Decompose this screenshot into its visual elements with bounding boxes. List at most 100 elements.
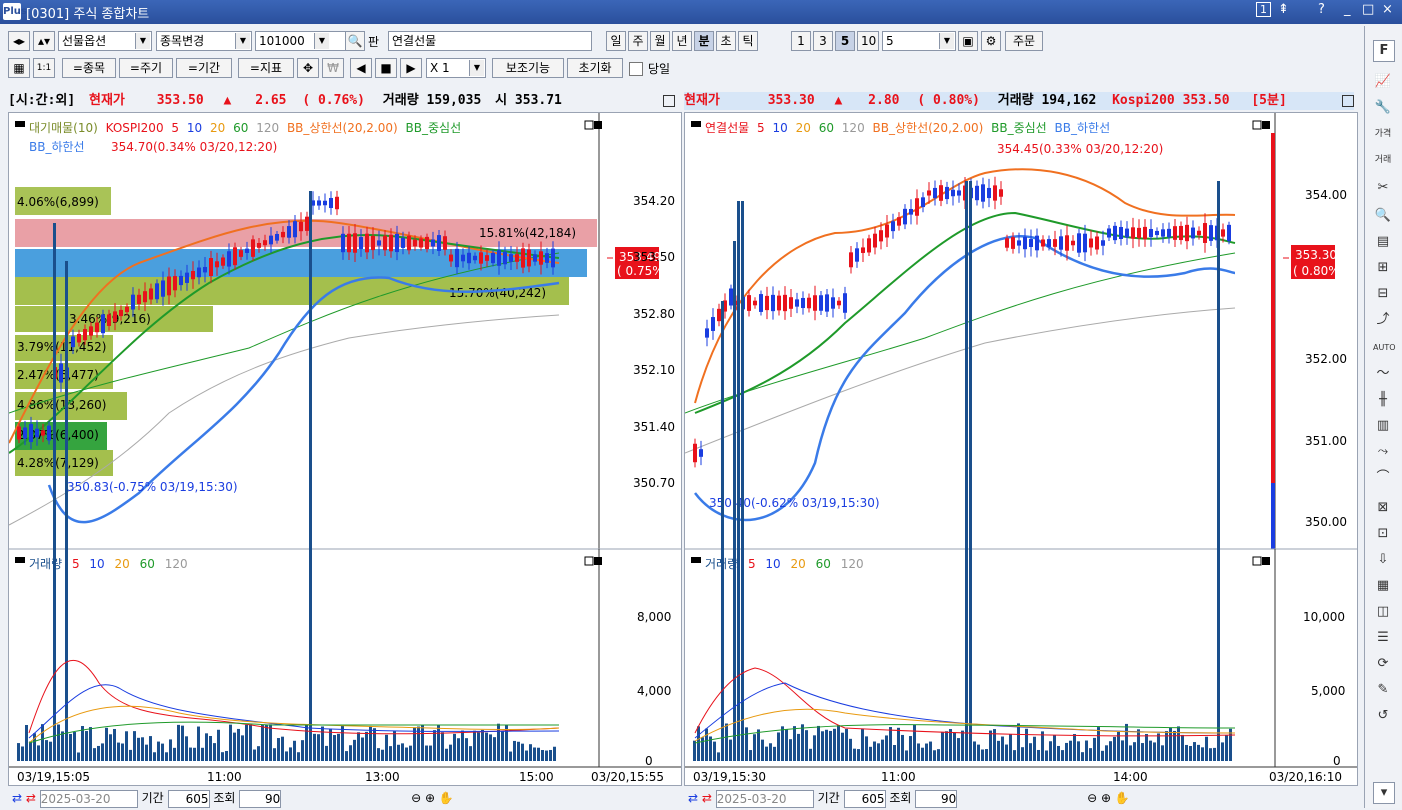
left-price-chart[interactable]: 4.06%(6,899) 15.81%(42,184) 15.70%(40,24… <box>9 113 681 550</box>
chart-type-icon[interactable]: ⇄ <box>702 791 712 805</box>
pattern-icon[interactable]: ⤳ <box>1373 442 1393 462</box>
candle-icon[interactable]: ╫ <box>1373 390 1393 410</box>
hand-icon[interactable]: ✋ <box>1115 791 1130 805</box>
panel-max-icon[interactable] <box>584 120 594 130</box>
custom-minute-select[interactable]: 5 ▼ <box>882 31 956 51</box>
one-to-one-icon[interactable]: 1:1 <box>33 58 55 78</box>
code-input[interactable]: 101000 ▼ <box>255 31 347 51</box>
zoom-icon[interactable]: 🔍 <box>1373 206 1393 226</box>
wave-icon[interactable]: ₩ <box>322 58 344 78</box>
period-minute[interactable]: 분 <box>694 31 714 51</box>
maximize-icon[interactable] <box>1342 95 1354 107</box>
box-icon[interactable]: ⊠ <box>1373 498 1393 518</box>
period-week[interactable]: 주 <box>628 31 648 51</box>
period-day[interactable]: 일 <box>606 31 626 51</box>
wrench-icon[interactable]: 🔧 <box>1373 98 1393 118</box>
indicator-button[interactable]: =지표 <box>238 58 294 78</box>
price-icon[interactable]: 가격 <box>1373 124 1393 144</box>
zoom-out-icon[interactable]: ⊖ <box>1087 791 1097 805</box>
maximize-button[interactable]: □ <box>1362 2 1374 17</box>
undo-icon[interactable]: ↺ <box>1373 706 1393 726</box>
zoom-input[interactable]: 90 <box>239 789 282 808</box>
pin-icon[interactable]: ⇞ <box>1278 2 1289 17</box>
scroll-down-button[interactable]: ▾ <box>1373 782 1395 804</box>
minute-5[interactable]: 5 <box>835 31 855 51</box>
chart-type-icon[interactable]: ⇄ <box>12 791 22 805</box>
period-tick[interactable]: 틱 <box>738 31 758 51</box>
prev-next-button[interactable]: ◂▸ <box>8 31 30 51</box>
stop-icon[interactable]: ■ <box>375 58 397 78</box>
zoom-in-icon[interactable]: ⊕ <box>425 791 435 805</box>
panel-max-icon[interactable] <box>584 556 594 566</box>
panel-close-icon[interactable] <box>1262 121 1270 129</box>
panel-close-icon[interactable] <box>594 121 602 129</box>
minute-3[interactable]: 3 <box>813 31 833 51</box>
hand-icon[interactable]: ✋ <box>439 791 454 805</box>
panel-close-icon[interactable] <box>1262 557 1270 565</box>
zoom-out-icon[interactable]: ⊖ <box>411 791 421 805</box>
compare-icon[interactable]: ⊟ <box>1373 284 1393 304</box>
category-select[interactable]: 선물옵션 ▼ <box>58 31 152 51</box>
layout-icon[interactable]: ▤ <box>1373 232 1393 252</box>
zoom-in-icon[interactable]: ⊕ <box>1101 791 1111 805</box>
line-icon[interactable]: 〜 <box>1373 364 1393 384</box>
order-button[interactable]: 주문 <box>1005 31 1043 51</box>
right-price-chart[interactable]: 353.30 ( 0.80%) 354.00 352.00 351.00 350… <box>685 113 1357 550</box>
span-button[interactable]: =기간 <box>176 58 232 78</box>
minute-10[interactable]: 10 <box>857 31 879 51</box>
date-picker[interactable]: 2025-03-20 <box>39 789 138 808</box>
maximize-icon[interactable] <box>663 95 675 107</box>
minute-1[interactable]: 1 <box>791 31 811 51</box>
query-button[interactable]: 조회 <box>213 791 235 805</box>
zoom-input[interactable]: 90 <box>915 789 958 808</box>
f-button[interactable]: F <box>1373 40 1395 62</box>
help-button[interactable]: ? <box>1318 2 1325 17</box>
area-icon[interactable]: ⌒ <box>1373 468 1393 488</box>
cycle-button[interactable]: =주기 <box>119 58 173 78</box>
save-icon[interactable]: ▣ <box>958 31 978 51</box>
item-button[interactable]: =종목 <box>62 58 116 78</box>
edit-icon[interactable]: ✎ <box>1373 680 1393 700</box>
bar-icon[interactable]: ▥ <box>1373 416 1393 436</box>
panel-close-icon[interactable] <box>594 557 602 565</box>
table-icon[interactable]: ▦ <box>1373 576 1393 596</box>
chart-type-icon[interactable]: ⇄ <box>688 791 698 805</box>
period-year[interactable]: 년 <box>672 31 692 51</box>
period-month[interactable]: 월 <box>650 31 670 51</box>
multiplier-select[interactable]: X 1 ▼ <box>426 58 486 78</box>
panel-max-icon[interactable] <box>1252 556 1262 566</box>
period-second[interactable]: 초 <box>716 31 736 51</box>
play-icon[interactable]: ▶ <box>400 58 422 78</box>
minimize-button[interactable]: _ <box>1344 2 1351 17</box>
gear-icon[interactable]: ⚙ <box>981 31 1001 51</box>
refresh-list-icon[interactable]: ⟳ <box>1373 654 1393 674</box>
trend-icon[interactable]: ⤴ <box>1373 310 1393 330</box>
grid-icon[interactable]: ▦ <box>8 58 30 78</box>
tools-icon[interactable]: ✂ <box>1373 178 1393 198</box>
aux-function-button[interactable]: 보조기능 <box>492 58 564 78</box>
search-list-icon[interactable]: ⊞ <box>1373 258 1393 278</box>
panel-max-icon[interactable] <box>1252 120 1262 130</box>
panel-icon[interactable]: ⊡ <box>1373 524 1393 544</box>
chart-type-icon[interactable]: ⇄ <box>26 791 36 805</box>
date-picker[interactable]: 2025-03-20 <box>715 789 814 808</box>
volume-icon[interactable]: 거래 <box>1373 150 1393 170</box>
count-input[interactable]: 605 <box>167 789 210 808</box>
change-item-select[interactable]: 종목변경 ▼ <box>156 31 252 51</box>
query-button[interactable]: 조회 <box>889 791 911 805</box>
move-icon[interactable]: ✥ <box>297 58 319 78</box>
count-input[interactable]: 605 <box>843 789 886 808</box>
search-icon[interactable]: 🔍 <box>345 31 365 51</box>
back-icon[interactable]: ◀ <box>350 58 372 78</box>
chart-icon[interactable]: 📈 <box>1373 72 1393 92</box>
close-button[interactable]: × <box>1382 2 1393 17</box>
up-down-button[interactable]: ▴▾ <box>33 31 55 51</box>
reset-button[interactable]: 초기화 <box>567 58 623 78</box>
list-icon[interactable]: ☰ <box>1373 628 1393 648</box>
name-field[interactable]: 연결선물 <box>388 31 592 51</box>
download-icon[interactable]: ⇩ <box>1373 550 1393 570</box>
today-checkbox[interactable] <box>629 62 643 76</box>
right-volume-chart[interactable]: 거래량 5 10 20 60 120 10,000 5,000 0 03/19,… <box>685 181 1357 784</box>
screen-number-button[interactable]: 1 <box>1256 2 1271 17</box>
auto-icon[interactable]: AUTO <box>1373 338 1396 358</box>
